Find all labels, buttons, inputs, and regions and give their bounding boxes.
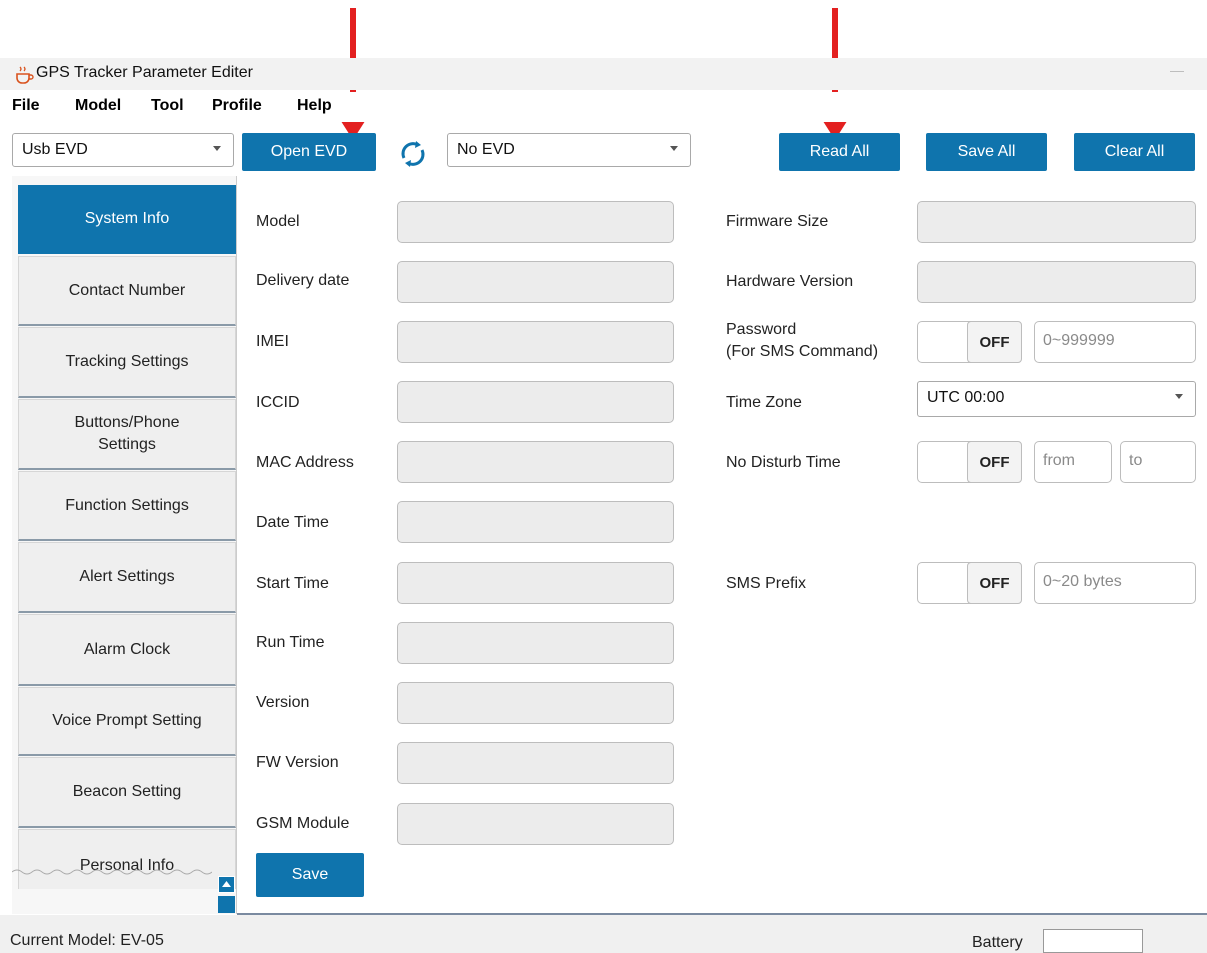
sms-prefix-placeholder: 0~20 bytes	[1043, 573, 1122, 590]
run-time-field[interactable]	[397, 622, 674, 664]
start-time-label: Start Time	[256, 575, 329, 592]
java-coffee-icon	[16, 66, 34, 84]
version-field[interactable]	[397, 682, 674, 724]
clear-all-button[interactable]: Clear All	[1074, 133, 1195, 171]
time-zone-select[interactable]: UTC 00:00	[917, 381, 1196, 417]
chevron-down-icon	[213, 146, 221, 151]
sidebar-item-buttons-phone-settings[interactable]: Buttons/Phone Settings	[18, 399, 236, 470]
no-disturb-toggle[interactable]: OFF	[917, 441, 1022, 483]
mac-address-label: MAC Address	[256, 454, 354, 471]
connection-select[interactable]: Usb EVD	[12, 133, 234, 167]
date-time-field[interactable]	[397, 501, 674, 543]
to-placeholder: to	[1129, 452, 1143, 469]
password-placeholder: 0~999999	[1043, 332, 1115, 349]
current-model-status: Current Model: EV-05	[10, 932, 164, 949]
battery-label: Battery	[972, 934, 1023, 951]
menu-model[interactable]: Model	[75, 97, 121, 115]
sidebar-item-tracking-settings[interactable]: Tracking Settings	[18, 327, 236, 398]
battery-indicator	[1043, 929, 1143, 953]
sidebar-item-alarm-clock[interactable]: Alarm Clock	[18, 614, 236, 686]
arrow-up-icon	[222, 881, 231, 887]
version-label: Version	[256, 694, 310, 711]
sms-prefix-label: SMS Prefix	[726, 575, 807, 592]
no-disturb-to-input[interactable]: to	[1120, 441, 1196, 483]
sidebar-item-function-settings[interactable]: Function Settings	[18, 471, 236, 541]
password-input[interactable]: 0~999999	[1034, 321, 1196, 363]
minimize-icon[interactable]: —	[1170, 62, 1184, 78]
mac-address-field[interactable]	[397, 441, 674, 483]
scroll-up-button[interactable]	[218, 876, 235, 893]
gsm-module-label: GSM Module	[256, 815, 350, 832]
fw-version-field[interactable]	[397, 742, 674, 784]
sidebar-item-system-info[interactable]: System Info	[18, 185, 236, 254]
model-label: Model	[256, 213, 300, 230]
menu-help[interactable]: Help	[297, 97, 332, 115]
model-field[interactable]	[397, 201, 674, 243]
chevron-down-icon	[1175, 394, 1183, 399]
sidebar-item-voice-prompt-setting[interactable]: Voice Prompt Setting	[18, 687, 236, 756]
device-select[interactable]: No EVD	[447, 133, 691, 167]
date-time-label: Date Time	[256, 514, 329, 531]
firmware-size-field[interactable]	[917, 201, 1196, 243]
status-bar	[0, 915, 1207, 953]
sidebar-item-beacon-setting[interactable]: Beacon Setting	[18, 757, 236, 828]
run-time-label: Run Time	[256, 634, 325, 651]
refresh-icon[interactable]	[396, 138, 430, 170]
menu-profile[interactable]: Profile	[212, 97, 262, 115]
iccid-label: ICCID	[256, 394, 300, 411]
open-evd-button[interactable]: Open EVD	[242, 133, 376, 171]
window-title: GPS Tracker Parameter Editer	[36, 64, 253, 81]
menu-file[interactable]: File	[12, 97, 40, 115]
delivery-date-field[interactable]	[397, 261, 674, 303]
delivery-date-label: Delivery date	[256, 272, 350, 289]
start-time-field[interactable]	[397, 562, 674, 604]
hardware-version-label: Hardware Version	[726, 273, 854, 290]
connection-select-value: Usb EVD	[22, 141, 88, 158]
scroll-down-button[interactable]	[218, 896, 235, 913]
toggle-off-label: OFF	[967, 562, 1022, 604]
firmware-size-label: Firmware Size	[726, 213, 829, 230]
device-select-value: No EVD	[457, 141, 515, 158]
no-disturb-label: No Disturb Time	[726, 454, 841, 471]
password-toggle[interactable]: OFF	[917, 321, 1022, 363]
sms-prefix-input[interactable]: 0~20 bytes	[1034, 562, 1196, 604]
toggle-off-label: OFF	[967, 441, 1022, 483]
iccid-field[interactable]	[397, 381, 674, 423]
sms-prefix-toggle[interactable]: OFF	[917, 562, 1022, 604]
toggle-off-label: OFF	[967, 321, 1022, 363]
sidebar-item-contact-number[interactable]: Contact Number	[18, 256, 236, 326]
password-sublabel: (For SMS Command)	[726, 343, 879, 360]
gsm-module-field[interactable]	[397, 803, 674, 845]
imei-label: IMEI	[256, 333, 289, 350]
from-placeholder: from	[1043, 452, 1075, 469]
scroll-cut-indicator	[12, 869, 212, 875]
sidebar-item-personal-info[interactable]: Personal Info	[18, 829, 236, 889]
save-button[interactable]: Save	[256, 853, 364, 897]
imei-field[interactable]	[397, 321, 674, 363]
fw-version-label: FW Version	[256, 754, 339, 771]
password-label: Password	[726, 321, 797, 338]
read-all-button[interactable]: Read All	[779, 133, 900, 171]
menu-tool[interactable]: Tool	[151, 97, 184, 115]
sidebar-item-alert-settings[interactable]: Alert Settings	[18, 542, 236, 613]
no-disturb-from-input[interactable]: from	[1034, 441, 1112, 483]
hardware-version-field[interactable]	[917, 261, 1196, 303]
save-all-button[interactable]: Save All	[926, 133, 1047, 171]
chevron-down-icon	[670, 146, 678, 151]
time-zone-label: Time Zone	[726, 394, 802, 411]
time-zone-value: UTC 00:00	[927, 389, 1005, 406]
